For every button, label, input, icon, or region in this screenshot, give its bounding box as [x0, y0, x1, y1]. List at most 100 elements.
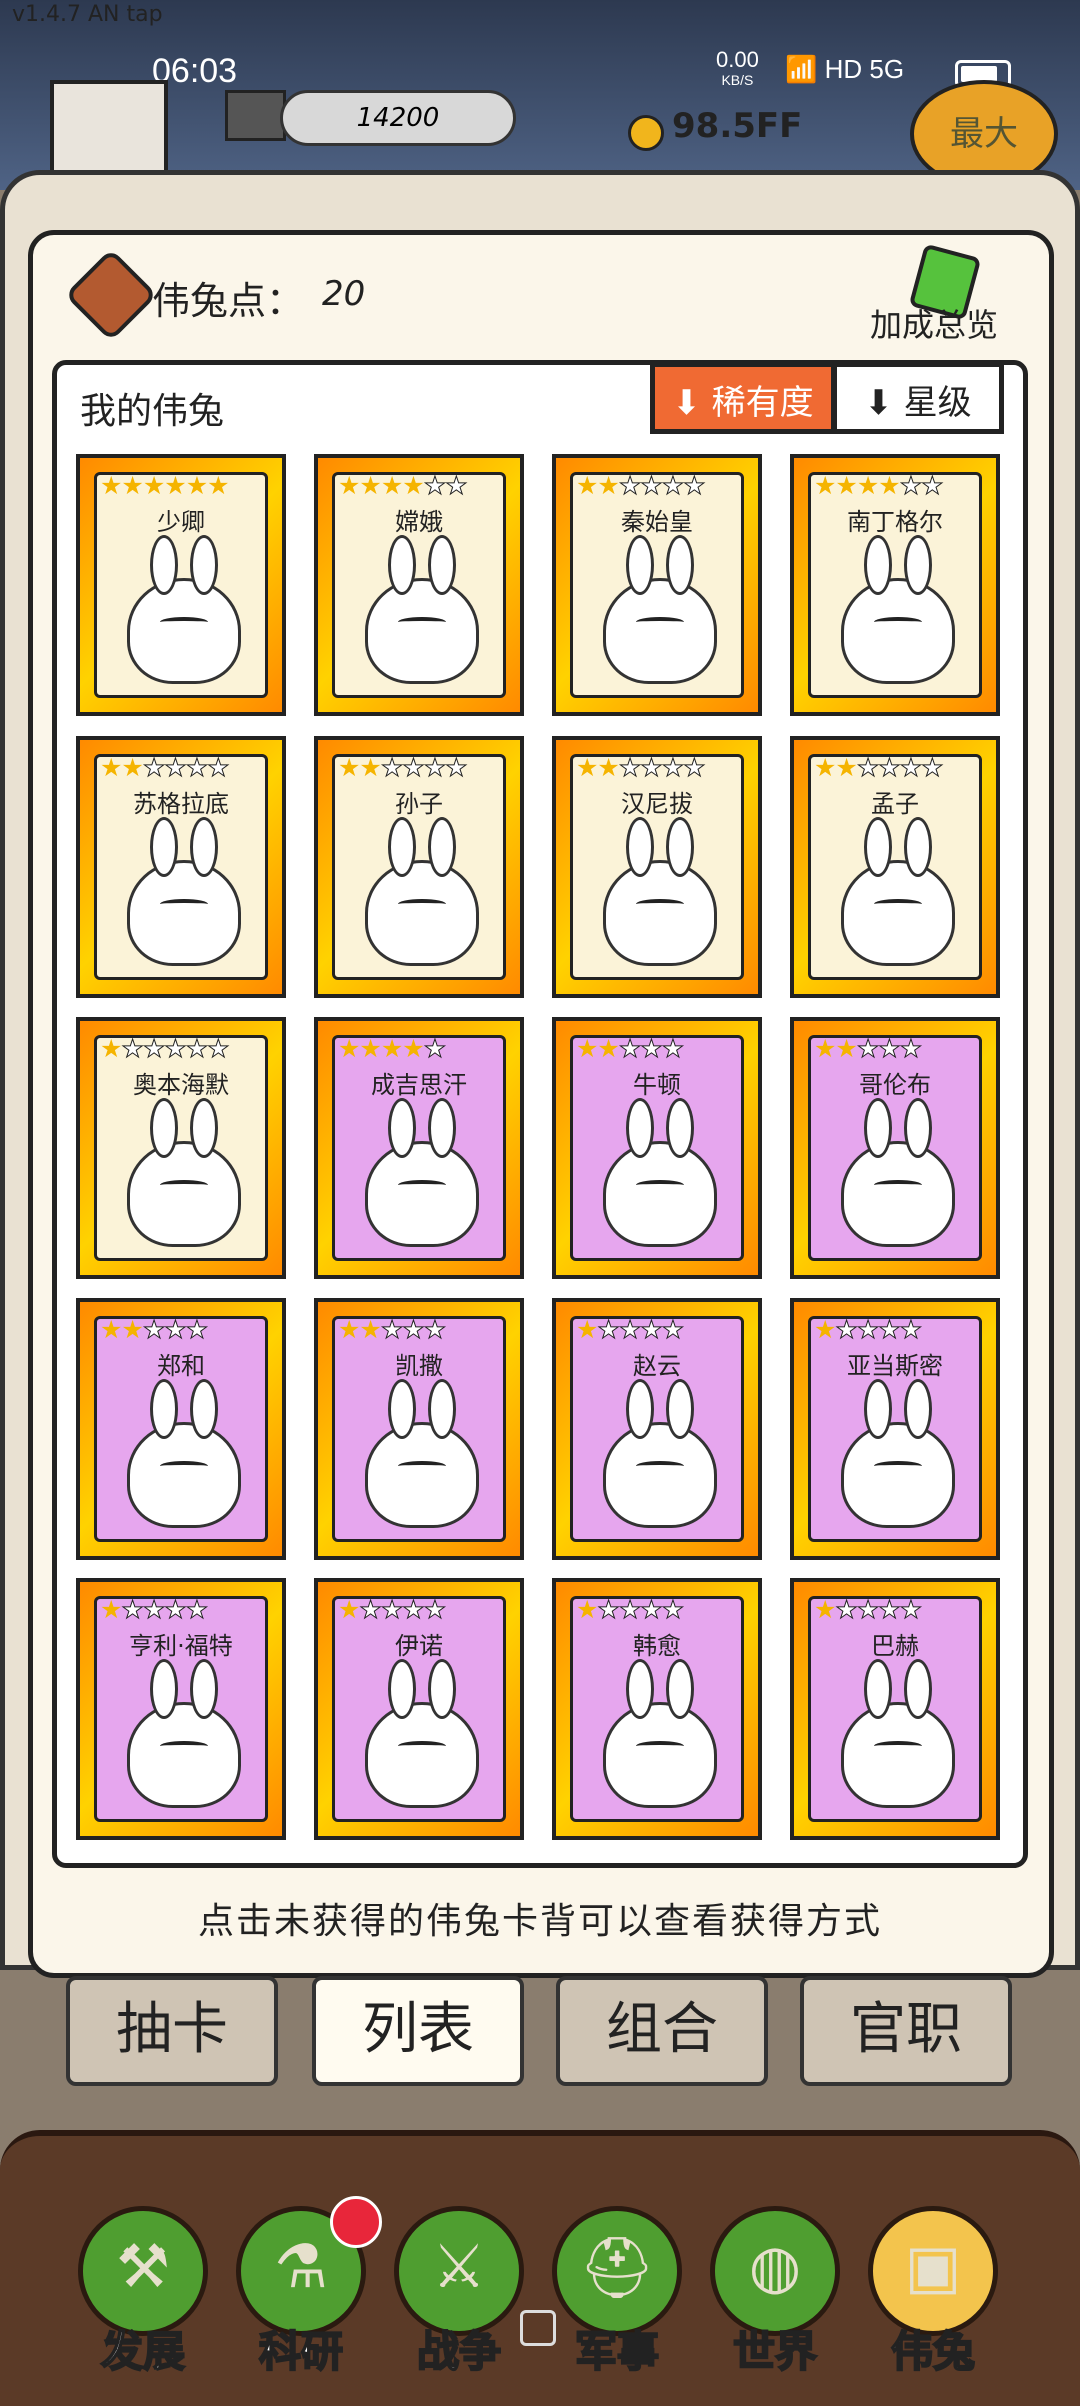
- star-icon: ★: [856, 471, 879, 500]
- tab-draw[interactable]: 抽卡: [66, 1976, 278, 2086]
- hero-card[interactable]: ★★★★★ 哥伦布: [790, 1017, 1000, 1279]
- sort-rarity-button[interactable]: ⬇ 稀有度: [650, 362, 836, 434]
- tab-combo[interactable]: 组合: [556, 1976, 768, 2086]
- star-icon: ★: [856, 1034, 879, 1063]
- star-icon: ★: [164, 753, 187, 782]
- tab-bar: 抽卡 列表 组合 官职: [0, 1976, 1080, 2088]
- hero-card[interactable]: ★★★★★★ 孟子: [790, 736, 1000, 998]
- star-icon: ★: [618, 1315, 641, 1344]
- hero-card[interactable]: ★★★★★★ 少卿: [76, 454, 286, 716]
- tab-list[interactable]: 列表: [312, 1976, 524, 2086]
- star-rating: ★★★★★: [814, 1034, 984, 1063]
- star-icon: ★: [856, 1595, 879, 1624]
- hero-card[interactable]: ★★★★★ 亚当斯密: [790, 1298, 1000, 1560]
- star-rating: ★★★★★★: [576, 471, 746, 500]
- star-icon: ★: [618, 1595, 641, 1624]
- bonus-overview-button[interactable]: 加成总览: [870, 300, 998, 346]
- star-icon: ★: [164, 1595, 187, 1624]
- rabbit-portrait: [841, 1379, 955, 1528]
- nav-swords[interactable]: ⚔ 战争: [394, 2206, 524, 2377]
- star-icon: ★: [618, 1034, 641, 1063]
- star-icon: ★: [814, 1315, 836, 1344]
- hero-card[interactable]: ★★★★★ 伊诺: [314, 1578, 524, 1840]
- hero-name: 少卿: [157, 508, 205, 536]
- hero-card[interactable]: ★★★★★ 成吉思汗: [314, 1017, 524, 1279]
- hero-name: 孟子: [871, 790, 919, 818]
- hero-name: 嫦娥: [395, 508, 443, 536]
- star-icon: ★: [402, 1595, 425, 1624]
- star-icon: ★: [445, 753, 468, 782]
- hero-card[interactable]: ★★★★★★ 孙子: [314, 736, 524, 998]
- rabbit-portrait: [365, 1659, 479, 1808]
- star-icon: ★: [899, 471, 922, 500]
- nav-rabbit-card[interactable]: ▣ 伟兔: [868, 2206, 998, 2377]
- hero-card[interactable]: ★★★★★ 韩愈: [552, 1578, 762, 1840]
- star-icon: ★: [899, 1595, 922, 1624]
- star-icon: ★: [445, 471, 468, 500]
- rabbit-portrait: [365, 535, 479, 684]
- star-icon: ★: [597, 1595, 620, 1624]
- rabbit-portrait: [365, 1379, 479, 1528]
- star-rating: ★★★★★★: [814, 471, 984, 500]
- star-icon: ★: [338, 753, 360, 782]
- globe-icon: ◍: [748, 2232, 802, 2302]
- star-icon: ★: [899, 1315, 922, 1344]
- star-icon: ★: [359, 753, 381, 782]
- hero-card[interactable]: ★★★★★★ 汉尼拔: [552, 736, 762, 998]
- star-icon: ★: [835, 753, 857, 782]
- star-icon: ★: [597, 753, 619, 782]
- nav-label: 发展: [100, 2326, 186, 2377]
- hero-card[interactable]: ★★★★★★ 秦始皇: [552, 454, 762, 716]
- star-rating: ★★★★★★: [100, 472, 270, 500]
- star-icon: ★: [640, 1595, 663, 1624]
- star-icon: ★: [640, 471, 663, 500]
- hero-card[interactable]: ★★★★★★ 南丁格尔: [790, 454, 1000, 716]
- rabbit-portrait: [127, 1098, 241, 1247]
- hero-card[interactable]: ★★★★★★ 嫦娥: [314, 454, 524, 716]
- star-icon: ★: [121, 1034, 144, 1063]
- star-icon: ★: [100, 1315, 122, 1344]
- money-value: 98.5FF: [672, 106, 803, 146]
- star-rating: ★★★★★: [576, 1595, 746, 1624]
- star-icon: ★: [380, 1034, 403, 1063]
- score-pill: 14200: [280, 90, 516, 146]
- star-icon: ★: [835, 1034, 857, 1063]
- rabbit-portrait: [841, 817, 955, 966]
- nav-axe[interactable]: ⚒ 发展: [78, 2206, 208, 2377]
- star-icon: ★: [402, 1315, 425, 1344]
- nav-label: 世界: [732, 2326, 818, 2377]
- nav-label: 战争: [416, 2326, 502, 2377]
- sort-star-button[interactable]: ⬇ 星级: [832, 362, 1004, 434]
- hero-name: 苏格拉底: [133, 790, 229, 818]
- hero-card[interactable]: ★★★★★ 亨利·福特: [76, 1578, 286, 1840]
- rabbit-portrait: [365, 1098, 479, 1247]
- helmet-icon: ⛑: [578, 2233, 656, 2303]
- star-icon: ★: [597, 1034, 619, 1063]
- hero-card[interactable]: ★★★★★ 牛顿: [552, 1017, 762, 1279]
- version-label: v1.4.7 AN tap: [12, 2, 163, 27]
- star-icon: ★: [100, 753, 122, 782]
- star-icon: ★: [576, 753, 598, 782]
- nav-label: 科研: [258, 2326, 344, 2377]
- star-icon: ★: [338, 1034, 360, 1063]
- hero-card[interactable]: ★★★★★ 郑和: [76, 1298, 286, 1560]
- star-icon: ★: [814, 471, 836, 500]
- star-icon: ★: [100, 1034, 122, 1063]
- hero-card[interactable]: ★★★★★ 赵云: [552, 1298, 762, 1560]
- hero-card[interactable]: ★★★★★ 凯撒: [314, 1298, 524, 1560]
- nav-globe[interactable]: ◍ 世界: [710, 2206, 840, 2377]
- hero-name: 南丁格尔: [847, 508, 943, 536]
- star-icon: ★: [185, 1595, 208, 1624]
- star-icon: ★: [207, 1034, 230, 1063]
- star-icon: ★: [338, 1595, 360, 1624]
- star-icon: ★: [423, 1034, 446, 1063]
- home-indicator[interactable]: [520, 2310, 556, 2346]
- tab-office[interactable]: 官职: [800, 1976, 1012, 2086]
- nav-helmet[interactable]: ⛑ 军事: [552, 2206, 682, 2377]
- hero-card[interactable]: ★★★★★★ 苏格拉底: [76, 736, 286, 998]
- hero-card[interactable]: ★★★★★★ 奥本海默: [76, 1017, 286, 1279]
- star-icon: ★: [921, 753, 944, 782]
- rabbit-portrait: [127, 1659, 241, 1808]
- star-icon: ★: [338, 1315, 360, 1344]
- hero-card[interactable]: ★★★★★ 巴赫: [790, 1578, 1000, 1840]
